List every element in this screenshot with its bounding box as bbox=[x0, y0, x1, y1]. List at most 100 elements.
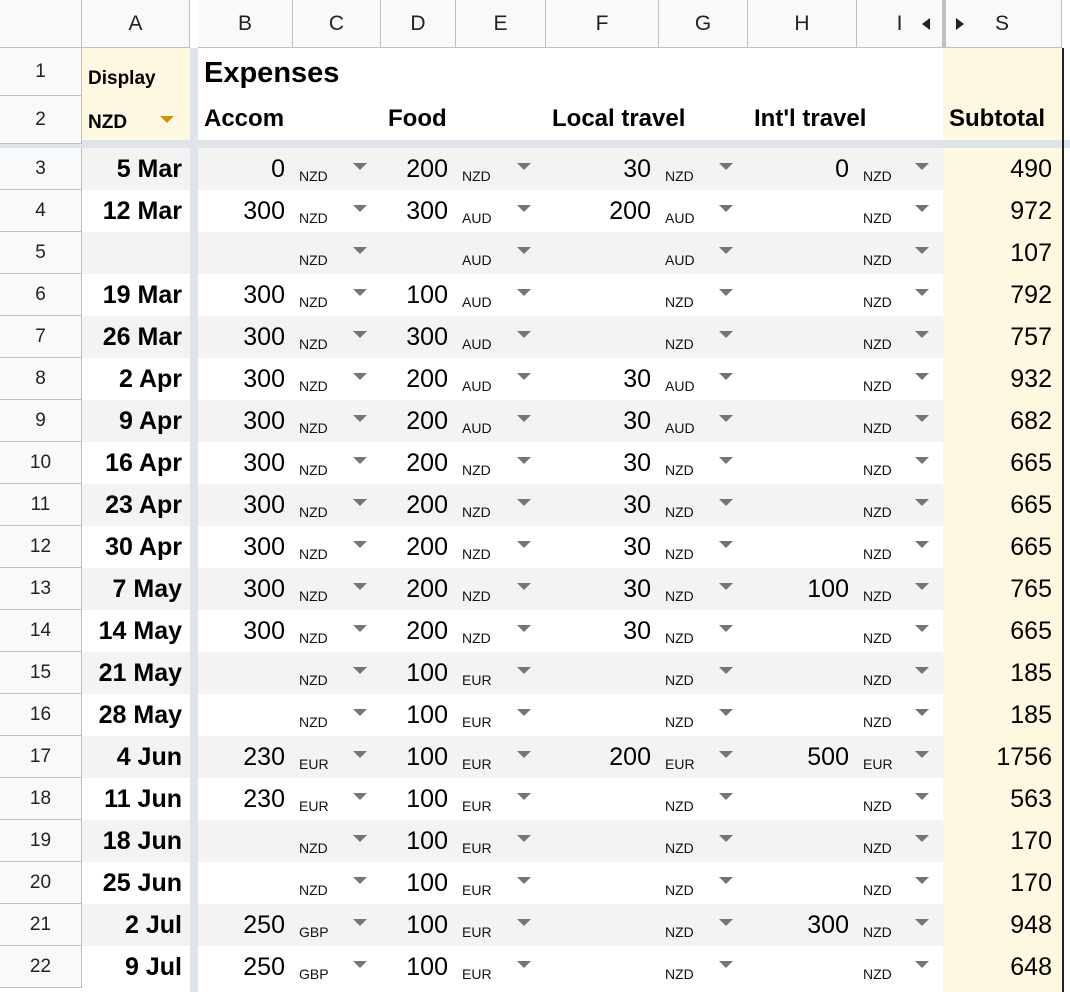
chevron-down-icon[interactable] bbox=[915, 877, 929, 884]
local-amount-cell[interactable] bbox=[546, 946, 659, 988]
food-amount-cell[interactable]: 100 bbox=[381, 736, 456, 778]
accom-amount-cell[interactable]: 0 bbox=[198, 148, 293, 190]
intl-amount-cell[interactable] bbox=[748, 316, 857, 358]
date-cell[interactable]: 5 Mar bbox=[82, 148, 190, 190]
food-currency-dropdown[interactable]: EUR bbox=[456, 778, 510, 820]
row-header-10[interactable]: 10 bbox=[0, 442, 82, 484]
date-cell[interactable]: 21 May bbox=[82, 652, 190, 694]
food-currency-dropdown[interactable]: AUD bbox=[456, 316, 510, 358]
chevron-down-icon[interactable] bbox=[353, 457, 367, 464]
local-amount-cell[interactable]: 30 bbox=[546, 442, 659, 484]
date-cell[interactable]: 9 Jul bbox=[82, 946, 190, 988]
chevron-down-icon[interactable] bbox=[915, 961, 929, 968]
local-amount-cell[interactable] bbox=[546, 904, 659, 946]
food-amount-cell[interactable]: 100 bbox=[381, 862, 456, 904]
date-cell[interactable]: 23 Apr bbox=[82, 484, 190, 526]
accom-amount-cell[interactable]: 300 bbox=[198, 316, 293, 358]
chevron-down-icon[interactable] bbox=[353, 499, 367, 506]
accom-amount-cell[interactable]: 250 bbox=[198, 904, 293, 946]
food-currency-dropdown[interactable]: NZD bbox=[456, 148, 510, 190]
chevron-down-icon[interactable] bbox=[719, 331, 733, 338]
food-amount-cell[interactable]: 200 bbox=[381, 526, 456, 568]
accom-currency-dropdown[interactable]: NZD bbox=[293, 652, 346, 694]
intl-amount-cell[interactable] bbox=[748, 946, 857, 988]
food-amount-cell[interactable]: 100 bbox=[381, 274, 456, 316]
local-amount-cell[interactable]: 30 bbox=[546, 610, 659, 652]
intl-currency-dropdown[interactable]: NZD bbox=[857, 358, 908, 400]
subtotal-cell[interactable]: 757 bbox=[943, 316, 1062, 358]
chevron-down-icon[interactable] bbox=[517, 163, 531, 170]
food-amount-cell[interactable]: 100 bbox=[381, 778, 456, 820]
food-amount-cell[interactable]: 100 bbox=[381, 694, 456, 736]
date-cell[interactable]: 12 Mar bbox=[82, 190, 190, 232]
subtotal-cell[interactable]: 648 bbox=[943, 946, 1062, 988]
chevron-down-icon[interactable] bbox=[719, 835, 733, 842]
subtotal-cell[interactable]: 665 bbox=[943, 442, 1062, 484]
chevron-down-icon[interactable] bbox=[915, 919, 929, 926]
accom-amount-cell[interactable]: 230 bbox=[198, 778, 293, 820]
accom-currency-dropdown[interactable]: NZD bbox=[293, 274, 346, 316]
accom-amount-cell[interactable]: 250 bbox=[198, 946, 293, 988]
chevron-down-icon[interactable] bbox=[353, 919, 367, 926]
chevron-down-icon[interactable] bbox=[719, 289, 733, 296]
local-currency-dropdown[interactable]: NZD bbox=[659, 652, 712, 694]
chevron-down-icon[interactable] bbox=[719, 205, 733, 212]
food-amount-cell[interactable]: 100 bbox=[381, 904, 456, 946]
local-amount-cell[interactable] bbox=[546, 652, 659, 694]
intl-currency-dropdown[interactable]: NZD bbox=[857, 232, 908, 274]
chevron-down-icon[interactable] bbox=[719, 373, 733, 380]
chevron-down-icon[interactable] bbox=[915, 541, 929, 548]
subtotal-cell[interactable]: 682 bbox=[943, 400, 1062, 442]
accom-amount-cell[interactable] bbox=[198, 694, 293, 736]
subtotal-cell[interactable]: 185 bbox=[943, 694, 1062, 736]
accom-currency-dropdown[interactable]: NZD bbox=[293, 400, 346, 442]
row-header-15[interactable]: 15 bbox=[0, 652, 82, 694]
intl-currency-dropdown[interactable]: NZD bbox=[857, 484, 908, 526]
intl-amount-cell[interactable] bbox=[748, 400, 857, 442]
chevron-down-icon[interactable] bbox=[517, 205, 531, 212]
local-amount-cell[interactable]: 30 bbox=[546, 358, 659, 400]
column-header-f[interactable]: F bbox=[546, 0, 659, 48]
food-currency-dropdown[interactable]: AUD bbox=[456, 358, 510, 400]
local-amount-cell[interactable]: 30 bbox=[546, 484, 659, 526]
intl-currency-dropdown[interactable]: NZD bbox=[857, 568, 908, 610]
accom-currency-dropdown[interactable]: GBP bbox=[293, 904, 346, 946]
chevron-down-icon[interactable] bbox=[517, 499, 531, 506]
local-currency-dropdown[interactable]: EUR bbox=[659, 736, 712, 778]
freeze-bar-vertical[interactable] bbox=[190, 48, 198, 992]
triangle-right-icon[interactable] bbox=[956, 18, 964, 30]
chevron-down-icon[interactable] bbox=[517, 667, 531, 674]
date-cell[interactable]: 2 Jul bbox=[82, 904, 190, 946]
local-amount-cell[interactable] bbox=[546, 820, 659, 862]
chevron-down-icon[interactable] bbox=[719, 247, 733, 254]
subtotal-cell[interactable]: 765 bbox=[943, 568, 1062, 610]
intl-amount-cell[interactable]: 500 bbox=[748, 736, 857, 778]
accom-amount-cell[interactable]: 300 bbox=[198, 442, 293, 484]
subtotal-cell[interactable]: 792 bbox=[943, 274, 1062, 316]
accom-currency-dropdown[interactable]: NZD bbox=[293, 484, 346, 526]
food-amount-cell[interactable]: 300 bbox=[381, 190, 456, 232]
column-header-d[interactable]: D bbox=[381, 0, 456, 48]
local-currency-dropdown[interactable]: NZD bbox=[659, 316, 712, 358]
chevron-down-icon[interactable] bbox=[719, 793, 733, 800]
row-header-4[interactable]: 4 bbox=[0, 190, 82, 232]
chevron-down-icon[interactable] bbox=[719, 499, 733, 506]
local-currency-dropdown[interactable]: NZD bbox=[659, 274, 712, 316]
local-amount-cell[interactable] bbox=[546, 232, 659, 274]
food-amount-cell[interactable]: 200 bbox=[381, 568, 456, 610]
date-cell[interactable]: 28 May bbox=[82, 694, 190, 736]
chevron-down-icon[interactable] bbox=[353, 751, 367, 758]
food-currency-dropdown[interactable]: EUR bbox=[456, 946, 510, 988]
local-amount-cell[interactable]: 30 bbox=[546, 148, 659, 190]
chevron-down-icon[interactable] bbox=[915, 751, 929, 758]
food-currency-dropdown[interactable]: NZD bbox=[456, 442, 510, 484]
chevron-down-icon[interactable] bbox=[915, 835, 929, 842]
chevron-down-icon[interactable] bbox=[353, 541, 367, 548]
date-cell[interactable]: 18 Jun bbox=[82, 820, 190, 862]
chevron-down-icon[interactable] bbox=[517, 541, 531, 548]
local-currency-dropdown[interactable]: NZD bbox=[659, 484, 712, 526]
chevron-down-icon[interactable] bbox=[719, 709, 733, 716]
intl-amount-cell[interactable] bbox=[748, 232, 857, 274]
chevron-down-icon[interactable] bbox=[915, 457, 929, 464]
date-cell[interactable]: 4 Jun bbox=[82, 736, 190, 778]
